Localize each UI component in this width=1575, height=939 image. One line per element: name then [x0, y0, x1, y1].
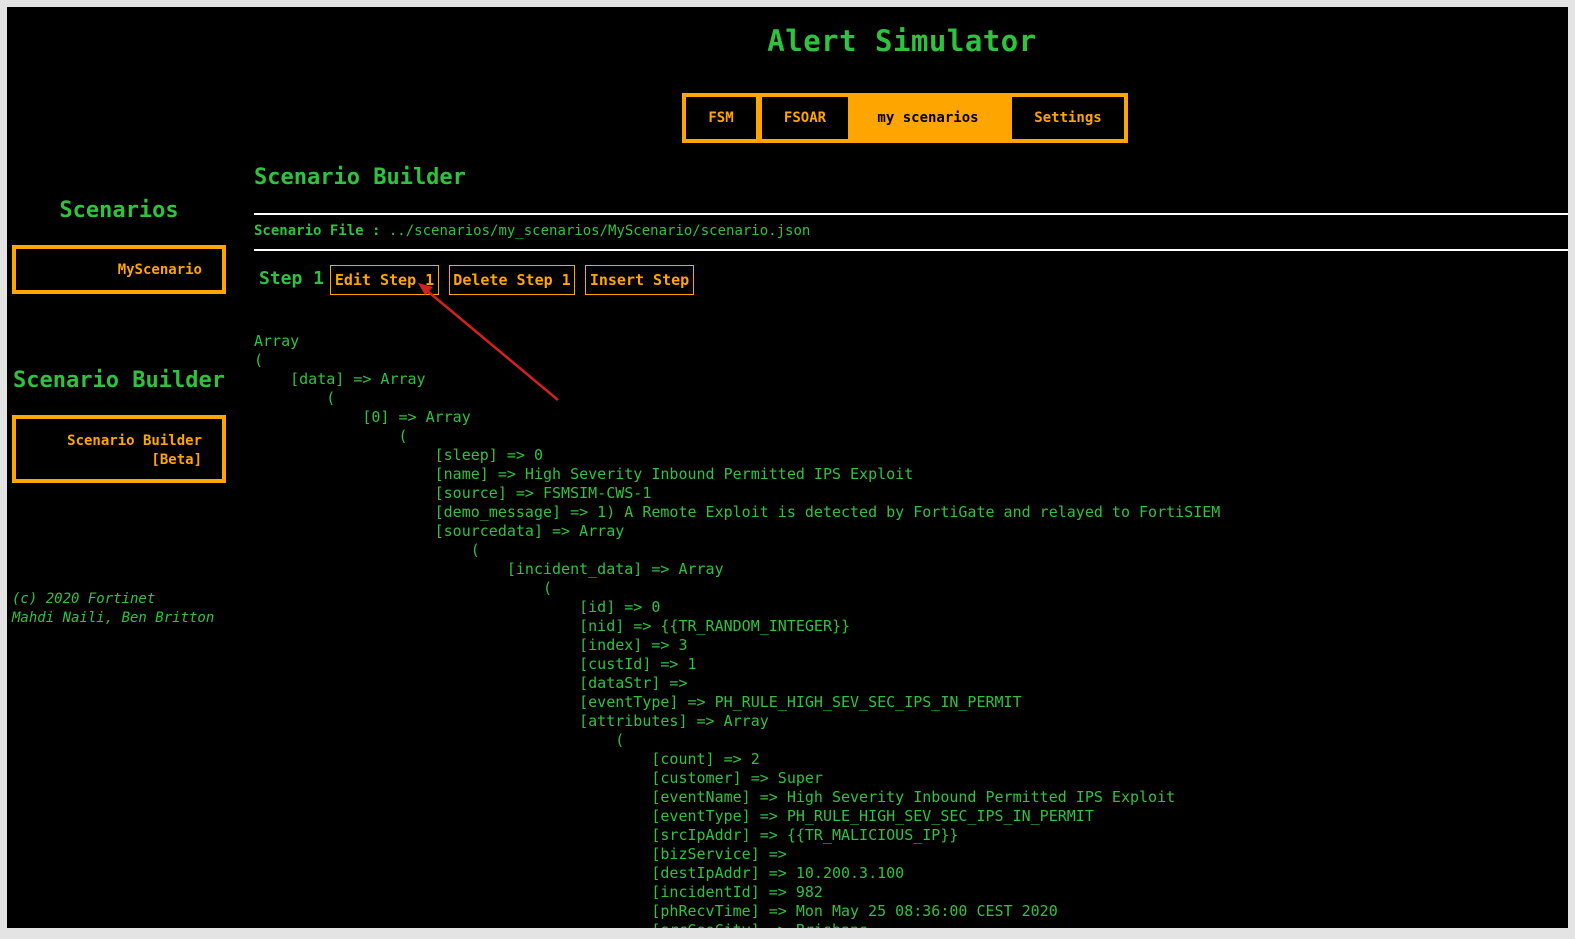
- delete-step-button[interactable]: Delete Step 1: [449, 265, 575, 295]
- code-line: [demo_message] => 1) A Remote Exploit is…: [254, 503, 1221, 521]
- code-line: [count] => 2: [254, 750, 760, 768]
- scenario-file-label: Scenario File :: [254, 223, 381, 239]
- scenario-builder-link-label: Scenario Builder: [67, 433, 202, 449]
- scenario-builder-link[interactable]: Scenario Builder [Beta]: [12, 415, 226, 483]
- code-line: [index] => 3: [254, 636, 688, 654]
- scenario-item-myscenario[interactable]: MyScenario: [12, 245, 226, 294]
- main-nav: FSM FSOAR my scenarios Settings: [682, 93, 1128, 143]
- divider-bottom: [254, 249, 1568, 251]
- code-line: [eventType] => PH_RULE_HIGH_SEV_SEC_IPS_…: [254, 693, 1022, 711]
- divider-top: [254, 213, 1568, 215]
- code-line: (: [254, 579, 553, 597]
- tab-fsm[interactable]: FSM: [686, 97, 756, 139]
- tab-fsoar[interactable]: FSOAR: [762, 97, 848, 139]
- code-line: [id] => 0: [254, 598, 661, 616]
- code-line: [srcIpAddr] => {{TR_MALICIOUS_IP}}: [254, 826, 959, 844]
- code-line: [dataStr] =>: [254, 674, 688, 692]
- insert-step-button[interactable]: Insert Step: [585, 265, 694, 295]
- code-line: (: [254, 389, 336, 407]
- scenario-json-dump: Array( [data] => Array ( [0] => Array ( …: [254, 332, 1220, 928]
- code-line: (: [254, 541, 480, 559]
- copyright: (c) 2020 Fortinet: [12, 591, 156, 607]
- scenario-file-path: ../scenarios/my_scenarios/MyScenario/sce…: [388, 223, 811, 239]
- code-line: [nid] => {{TR_RANDOM_INTEGER}}: [254, 617, 851, 635]
- scenario-builder-beta-label: [Beta]: [151, 452, 202, 468]
- code-line: [attributes] => Array: [254, 712, 769, 730]
- code-line: [0] => Array: [254, 408, 471, 426]
- app-window: Alert Simulator FSM FSOAR my scenarios S…: [7, 7, 1568, 928]
- code-line: [eventType] => PH_RULE_HIGH_SEV_SEC_IPS_…: [254, 807, 1094, 825]
- footer-credits: (c) 2020 Fortinet Mahdi Naili, Ben Britt…: [12, 590, 214, 628]
- authors: Mahdi Naili, Ben Britton: [12, 610, 215, 626]
- scenario-file-row: Scenario File : ../scenarios/my_scenario…: [254, 223, 810, 239]
- edit-step-button[interactable]: Edit Step 1: [330, 265, 439, 295]
- step-label: Step 1: [259, 268, 325, 289]
- app-title: Alert Simulator: [767, 24, 1037, 58]
- tab-my-scenarios[interactable]: my scenarios: [848, 97, 1008, 139]
- code-line: [custId] => 1: [254, 655, 697, 673]
- code-line: (: [254, 427, 408, 445]
- page-title: Scenario Builder: [254, 165, 466, 190]
- code-line: [srcGeoCity] => Brisbane: [254, 921, 1220, 928]
- tab-settings[interactable]: Settings: [1012, 97, 1124, 139]
- code-line: [customer] => Super: [254, 769, 823, 787]
- code-line: [data] => Array: [254, 370, 426, 388]
- code-line: Array: [254, 332, 300, 350]
- scenario-item-label: MyScenario: [117, 262, 202, 278]
- code-line: [destIpAddr] => 10.200.3.100: [254, 864, 905, 882]
- code-line: [sourcedata] => Array: [254, 522, 625, 540]
- code-line: [incidentId] => 982: [254, 883, 823, 901]
- scenario-builder-heading: Scenario Builder: [13, 368, 225, 393]
- code-line: [eventName] => High Severity Inbound Per…: [254, 788, 1176, 806]
- scenarios-heading: Scenarios: [59, 198, 179, 223]
- code-line: (: [254, 351, 264, 369]
- code-line: [bizService] =>: [254, 845, 787, 863]
- code-line: [source] => FSMSIM-CWS-1: [254, 484, 652, 502]
- code-line: (: [254, 731, 625, 749]
- code-line: [name] => High Severity Inbound Permitte…: [254, 465, 914, 483]
- code-line: [phRecvTime] => Mon May 25 08:36:00 CEST…: [254, 902, 1058, 920]
- code-line: [sleep] => 0: [254, 446, 543, 464]
- code-line: [incident_data] => Array: [254, 560, 724, 578]
